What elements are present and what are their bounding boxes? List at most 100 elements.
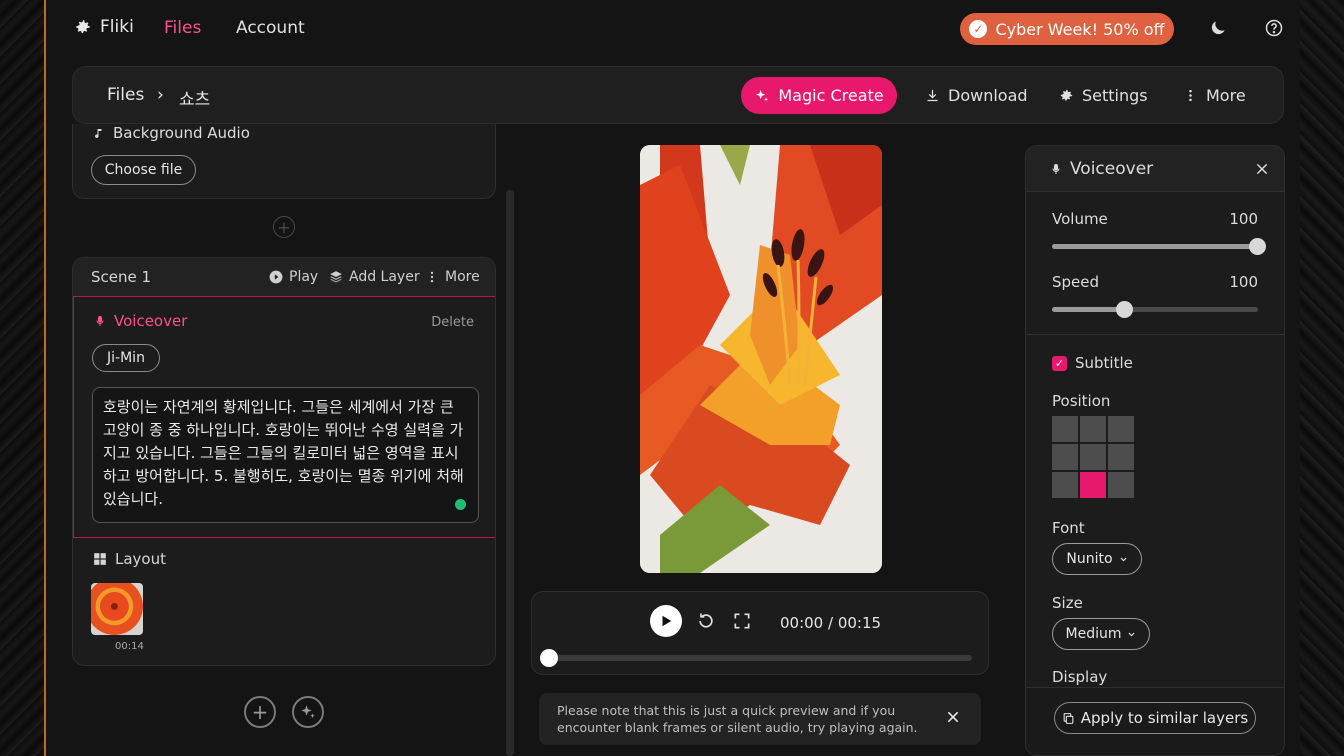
- magic-create-label: Magic Create: [778, 86, 884, 105]
- position-top-center[interactable]: [1080, 416, 1106, 442]
- position-bottom-right[interactable]: [1108, 472, 1134, 498]
- seek-bar[interactable]: [548, 655, 972, 661]
- add-scene-button[interactable]: +: [244, 696, 276, 728]
- app-window: Fliki Files Account ✓ Cyber Week! 50% of…: [44, 0, 1300, 756]
- position-bottom-left[interactable]: [1052, 472, 1078, 498]
- add-scene-plus-icon[interactable]: +: [273, 216, 295, 238]
- panel-divider: [1026, 334, 1284, 335]
- volume-slider-handle[interactable]: [1248, 238, 1266, 255]
- apply-button-label: Apply to similar layers: [1080, 709, 1249, 727]
- scene-header: Scene 1 Play Add Layer More: [73, 258, 495, 296]
- microphone-icon: [1052, 164, 1060, 174]
- layout-thumbnail[interactable]: [91, 583, 143, 635]
- download-label: Download: [948, 86, 1028, 105]
- size-label: Size: [1052, 594, 1083, 612]
- help-icon[interactable]: [1264, 18, 1284, 38]
- scene-editor-scrollbar[interactable]: [506, 190, 514, 756]
- close-icon[interactable]: [945, 709, 961, 725]
- nav-link-files[interactable]: Files: [164, 18, 201, 38]
- choose-file-button[interactable]: Choose file: [91, 155, 196, 185]
- brand-name: Fliki: [100, 17, 134, 37]
- subtitle-position-grid: [1052, 416, 1134, 498]
- position-bottom-center[interactable]: [1080, 472, 1106, 498]
- background-audio-header: Background Audio: [93, 124, 250, 142]
- download-button[interactable]: Download: [925, 86, 1028, 105]
- scene-play-label: Play: [289, 269, 319, 285]
- fliki-gear-icon: [76, 20, 90, 34]
- voiceover-script-textarea[interactable]: 호랑이는 자연계의 황제입니다. 그들은 세계에서 가장 큰 고양이 종 중 하…: [92, 387, 479, 523]
- preview-notice-text: Please note that this is just a quick pr…: [557, 703, 918, 735]
- layout-thumbnail-duration: 00:14: [115, 641, 144, 652]
- speed-slider-track[interactable]: [1052, 307, 1258, 312]
- voice-selector-chip[interactable]: Ji-Min: [92, 344, 160, 372]
- apply-to-similar-layers-button[interactable]: Apply to similar layers: [1054, 702, 1256, 734]
- panel-header: Voiceover: [1026, 146, 1284, 192]
- voiceover-layer-header: Voiceover: [94, 312, 187, 330]
- position-top-right[interactable]: [1108, 416, 1134, 442]
- layers-icon: [330, 271, 342, 283]
- subtitle-checkbox[interactable]: ✓: [1052, 356, 1067, 371]
- preview-notice: Please note that this is just a quick pr…: [539, 693, 981, 745]
- subtitle-label: Subtitle: [1075, 354, 1133, 372]
- size-select-value: Medium: [1065, 626, 1122, 642]
- add-layer-button[interactable]: Add Layer: [329, 269, 420, 285]
- background-audio-label: Background Audio: [113, 124, 250, 142]
- status-dot: [455, 499, 466, 510]
- nav-link-account[interactable]: Account: [236, 18, 305, 38]
- position-top-left[interactable]: [1052, 416, 1078, 442]
- top-nav: Fliki Files Account ✓ Cyber Week! 50% of…: [46, 0, 1302, 58]
- position-middle-center[interactable]: [1080, 444, 1106, 470]
- more-button[interactable]: More: [1183, 86, 1246, 105]
- microphone-icon: [96, 316, 104, 326]
- settings-button[interactable]: Settings: [1059, 86, 1148, 105]
- background-texture-right: [1300, 0, 1344, 756]
- promo-banner[interactable]: ✓ Cyber Week! 50% off: [960, 13, 1174, 45]
- breadcrumb-files[interactable]: Files: [107, 85, 144, 105]
- dark-mode-moon-icon[interactable]: [1208, 18, 1228, 38]
- speed-slider-handle[interactable]: [1115, 301, 1133, 318]
- position-middle-left[interactable]: [1052, 444, 1078, 470]
- magic-add-scene-button[interactable]: [292, 696, 324, 728]
- replay-icon[interactable]: [696, 611, 716, 631]
- scene-more-button[interactable]: More: [425, 269, 480, 285]
- voiceover-layer-title: Voiceover: [114, 312, 188, 330]
- size-select[interactable]: Medium: [1052, 618, 1150, 650]
- seek-handle[interactable]: [540, 649, 558, 667]
- magic-create-button[interactable]: Magic Create: [741, 77, 897, 114]
- font-label: Font: [1052, 519, 1085, 537]
- position-label: Position: [1052, 392, 1111, 410]
- layout-label: Layout: [115, 550, 166, 568]
- panel-title-group: Voiceover: [1050, 159, 1153, 179]
- grid-layout-icon: [94, 553, 106, 565]
- volume-label: Volume: [1052, 210, 1108, 228]
- project-toolbar: Files › 쇼츠 Magic Create Download Setting…: [72, 66, 1284, 124]
- layout-header: Layout: [93, 550, 166, 568]
- background-audio-card: Background Audio Choose file: [72, 124, 496, 199]
- download-icon: [927, 89, 938, 102]
- panel-footer: Apply to similar layers: [1026, 687, 1284, 755]
- breadcrumb-current[interactable]: 쇼츠: [179, 85, 210, 110]
- speed-value: 100: [1229, 273, 1258, 291]
- add-layer-label: Add Layer: [349, 269, 420, 285]
- scene-play-button[interactable]: Play: [269, 269, 318, 285]
- fullscreen-icon[interactable]: [732, 611, 752, 631]
- delete-layer-button[interactable]: Delete: [431, 315, 474, 330]
- scene-more-label: More: [445, 269, 480, 285]
- sparkle-icon: [756, 89, 769, 101]
- position-middle-right[interactable]: [1108, 444, 1134, 470]
- background-texture-left: [0, 0, 44, 756]
- video-preview: [640, 145, 882, 573]
- settings-gear-icon: [1060, 89, 1073, 101]
- voiceover-settings-panel: Voiceover Volume 100 Speed 100 ✓ Subtitl…: [1025, 145, 1285, 756]
- voiceover-layer[interactable]: Voiceover Delete Ji-Min 호랑이는 자연계의 황제입니다.…: [73, 296, 495, 538]
- play-button[interactable]: [650, 605, 682, 637]
- brand-logo[interactable]: Fliki: [74, 17, 134, 37]
- font-select[interactable]: Nunito: [1052, 543, 1142, 575]
- close-icon[interactable]: [1254, 161, 1270, 177]
- more-label: More: [1206, 86, 1246, 105]
- chevron-down-icon: [1120, 557, 1127, 561]
- volume-slider-track[interactable]: [1052, 244, 1258, 249]
- video-player-controls: 00:00 / 00:15: [531, 591, 989, 675]
- promo-text: Cyber Week! 50% off: [995, 19, 1165, 39]
- more-vertical-icon: [430, 271, 434, 283]
